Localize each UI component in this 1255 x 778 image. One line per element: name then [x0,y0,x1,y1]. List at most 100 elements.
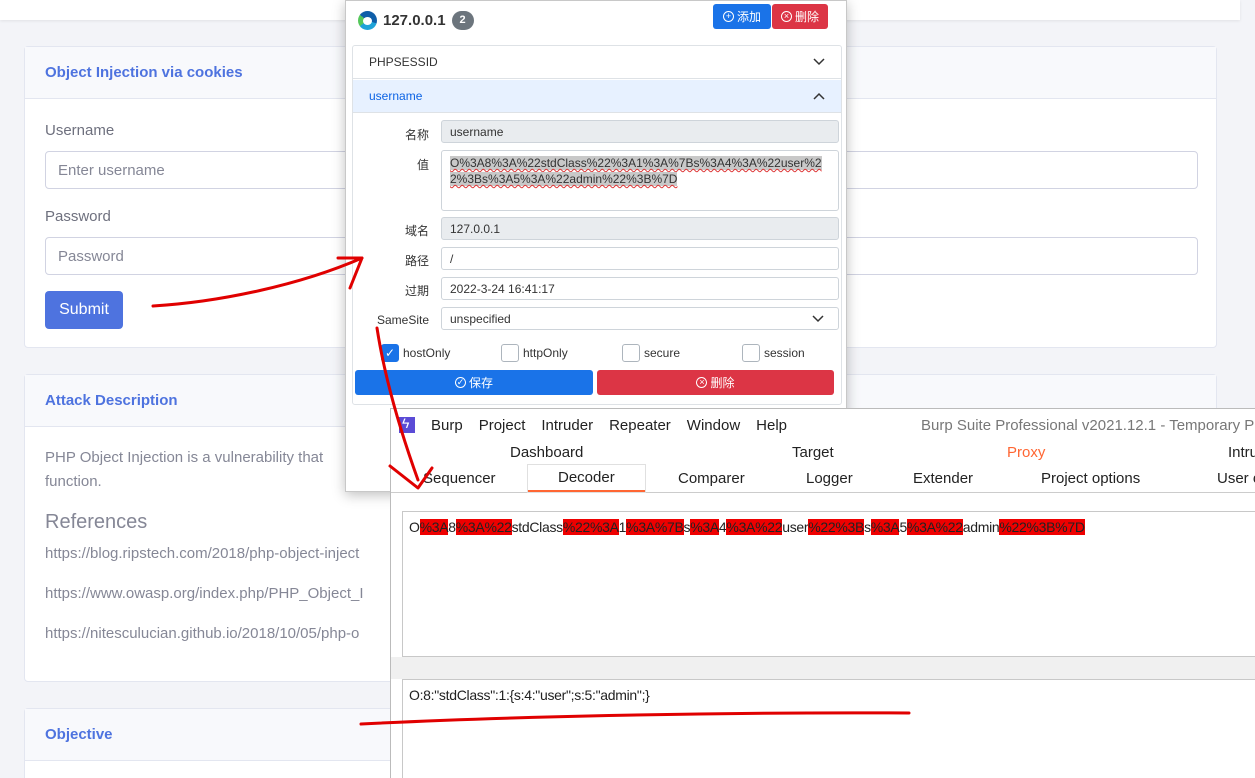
menu-help[interactable]: Help [756,417,787,434]
card-title: Object Injection via cookies [45,64,243,81]
domain-field[interactable]: 127.0.0.1 [441,217,839,240]
tab-target[interactable]: Target [792,444,834,461]
tab-sequencer[interactable]: Sequencer [423,470,496,487]
tab-dashboard[interactable]: Dashboard [510,444,583,461]
httponly-label: httpOnly [523,346,568,360]
menu-repeater[interactable]: Repeater [609,417,671,434]
decoder-output-pane[interactable]: O:8:"stdClass":1:{s:4:"user";s:5:"admin"… [402,679,1255,778]
cookie-item-username[interactable]: username [353,80,841,113]
decoded-text: O:8:"stdClass":1:{s:4:"user";s:5:"admin"… [409,687,650,703]
path-label: 路径 [404,254,429,268]
delete-cookie-label: 删除 [710,376,735,390]
samesite-select[interactable]: unspecified [441,307,839,330]
value-textarea[interactable]: O%3A8%3A%22stdClass%22%3A1%3A%7Bs%3A4%3A… [441,150,839,211]
secure-label: secure [644,346,681,360]
delete-all-label: 删除 [794,10,819,24]
chevron-up-icon [813,92,825,100]
tab-extender[interactable]: Extender [913,470,973,487]
cookie-name: PHPSESSID [369,55,438,69]
encoded-part-highlight: %3A [870,519,900,535]
cookie-host: 127.0.0.1 [383,11,446,29]
delete-cookie-button[interactable]: × 删除 [597,370,834,395]
encoded-part: user [782,519,809,535]
reference-link[interactable]: https://nitesculucian.github.io/2018/10/… [45,625,359,642]
references-heading: References [45,511,148,533]
plus-circle-icon: + [722,11,734,22]
hostonly-label: hostOnly [403,346,451,360]
tab-logger[interactable]: Logger [806,470,853,487]
reference-link[interactable]: https://www.owasp.org/index.php/PHP_Obje… [45,585,364,602]
checkbox-box [742,344,760,362]
cookie-list: PHPSESSID username 名称 username 值 O%3A8%3… [352,45,842,405]
delete-all-button[interactable]: × 删除 [772,4,828,29]
encoded-part-highlight: %3A%22 [726,519,783,535]
window-title: Burp Suite Professional v2021.12.1 - Tem… [921,417,1255,434]
tab-user-options[interactable]: User o [1217,470,1255,487]
encoded-part: s [864,519,871,535]
expires-field[interactable]: 2022-3-24 16:41:17 [441,277,839,300]
domain-label: 域名 [404,224,429,238]
encoded-part-highlight: %3A%7B [626,519,684,535]
description-line: PHP Object Injection is a vulnerability … [45,449,324,466]
name-field[interactable]: username [441,120,839,143]
cookie-count-badge: 2 [451,10,474,30]
expires-label: 过期 [404,284,429,298]
add-cookie-button[interactable]: + 添加 [713,4,771,29]
hostonly-checkbox[interactable]: ✓ hostOnly [381,344,450,362]
encoded-part: 8 [448,519,456,535]
path-field[interactable]: / [441,247,839,270]
encoded-part-highlight: %22%3A [562,519,619,535]
menu-window[interactable]: Window [687,417,740,434]
encoded-part-highlight: %3A%22 [906,519,963,535]
description-line: function. [45,473,102,490]
samesite-value: unspecified [450,311,511,326]
burp-suite-window: Burp Project Intruder Repeater Window He… [390,408,1255,778]
x-circle-icon: × [780,11,792,22]
card-title: Attack Description [45,392,178,409]
encoded-part-highlight: %22%3B [808,519,865,535]
value-label: 值 [416,158,429,172]
submit-button[interactable]: Submit [45,291,123,329]
pane-separator [391,657,1255,679]
password-label: Password [45,208,111,225]
encoded-part: O [409,519,420,535]
tab-row-primary: Dashboard Target Proxy Intru [391,441,1255,465]
encoded-part: 5 [899,519,907,535]
session-checkbox[interactable]: session [742,344,805,362]
tab-project-options[interactable]: Project options [1041,470,1140,487]
check-circle-icon: ✓ [454,377,466,388]
checkbox-box [622,344,640,362]
username-label: Username [45,122,115,139]
encoded-part-highlight: %3A%22 [455,519,512,535]
edge-icon [358,10,377,30]
menu-intruder[interactable]: Intruder [541,417,593,434]
encoded-part: admin [962,519,1000,535]
tab-row-secondary: Sequencer Decoder Comparer Logger Extend… [391,465,1255,493]
checkmark-icon: ✓ [381,344,399,362]
reference-link[interactable]: https://blog.ripstech.com/2018/php-objec… [45,545,359,562]
session-label: session [764,346,805,360]
tab-comparer[interactable]: Comparer [678,470,745,487]
chevron-down-icon [812,315,824,323]
menu-project[interactable]: Project [479,417,526,434]
value-text: O%3A8%3A%22stdClass%22%3A1%3A%7Bs%3A4%3A… [450,156,822,186]
encoded-part: stdClass [511,519,564,535]
tab-decoder[interactable]: Decoder [528,465,645,492]
checkbox-box [501,344,519,362]
cookie-name: username [369,89,423,103]
tab-intruder[interactable]: Intru [1228,444,1255,461]
save-button[interactable]: ✓ 保存 [355,370,593,395]
card-title: Objective [45,726,113,743]
x-circle-icon: × [696,377,708,388]
decoder-input-pane[interactable]: O%3A8%3A%22stdClass%22%3A1%3A%7Bs%3A4%3A… [402,511,1255,657]
samesite-label: SameSite [376,313,429,327]
cookie-item-phpsessid[interactable]: PHPSESSID [353,46,841,79]
encoded-part-highlight: %3A [690,519,719,535]
menu-burp[interactable]: Burp [431,417,463,434]
tab-proxy[interactable]: Proxy [1007,444,1045,461]
name-label: 名称 [404,128,429,142]
secure-checkbox[interactable]: secure [622,344,680,362]
encoded-part-highlight: %22%3B%7D [999,519,1085,535]
httponly-checkbox[interactable]: httpOnly [501,344,568,362]
burp-logo-icon [399,415,415,433]
